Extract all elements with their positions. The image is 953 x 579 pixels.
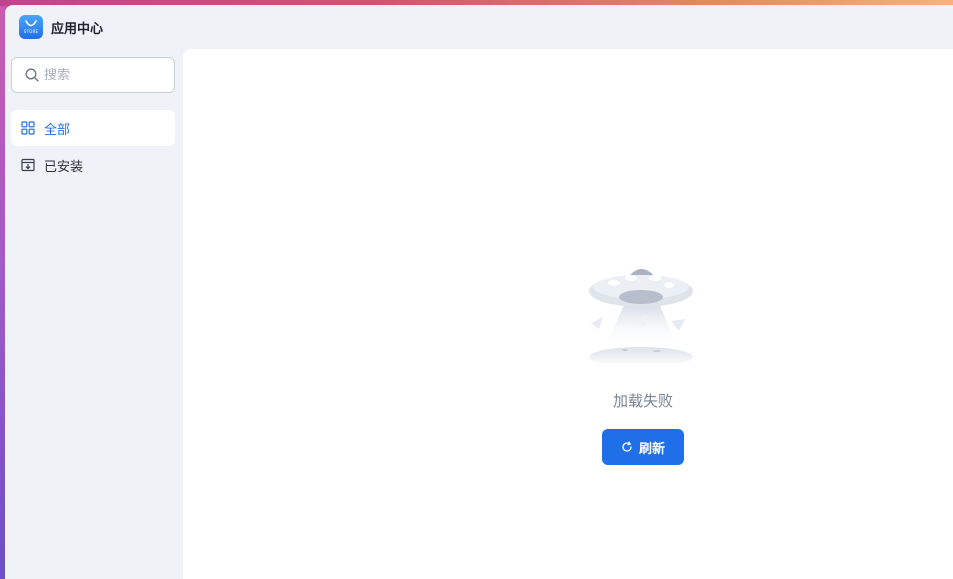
- search-icon: [25, 68, 39, 82]
- sidebar-item-label: 已安装: [44, 159, 84, 175]
- load-failed-message: 加载失败: [612, 392, 673, 410]
- refresh-button-label: 刷新: [638, 440, 665, 456]
- title-bar: STORE 应用中心: [5, 5, 953, 49]
- grid-icon: [21, 121, 35, 135]
- store-bag-icon: STORE: [19, 15, 43, 39]
- main-content: 加载失败 刷新: [183, 49, 953, 579]
- sidebar-item-installed[interactable]: 已安装: [11, 147, 175, 183]
- search-box[interactable]: [11, 57, 175, 93]
- sidebar-item-all[interactable]: 全部: [11, 110, 175, 146]
- app-icon-text: STORE: [23, 29, 39, 34]
- refresh-icon: [622, 441, 632, 452]
- installed-box-icon: [21, 158, 35, 172]
- search-input[interactable]: [44, 67, 164, 83]
- app-window: STORE 应用中心 全部: [5, 5, 953, 579]
- app-title: 应用中心: [51, 22, 104, 37]
- refresh-button[interactable]: 刷新: [602, 429, 684, 465]
- sidebar-item-label: 全部: [44, 122, 71, 138]
- bag-handle-icon: [25, 20, 37, 27]
- sidebar: 全部 已安装: [5, 49, 183, 579]
- ufo-illustration: [589, 269, 693, 363]
